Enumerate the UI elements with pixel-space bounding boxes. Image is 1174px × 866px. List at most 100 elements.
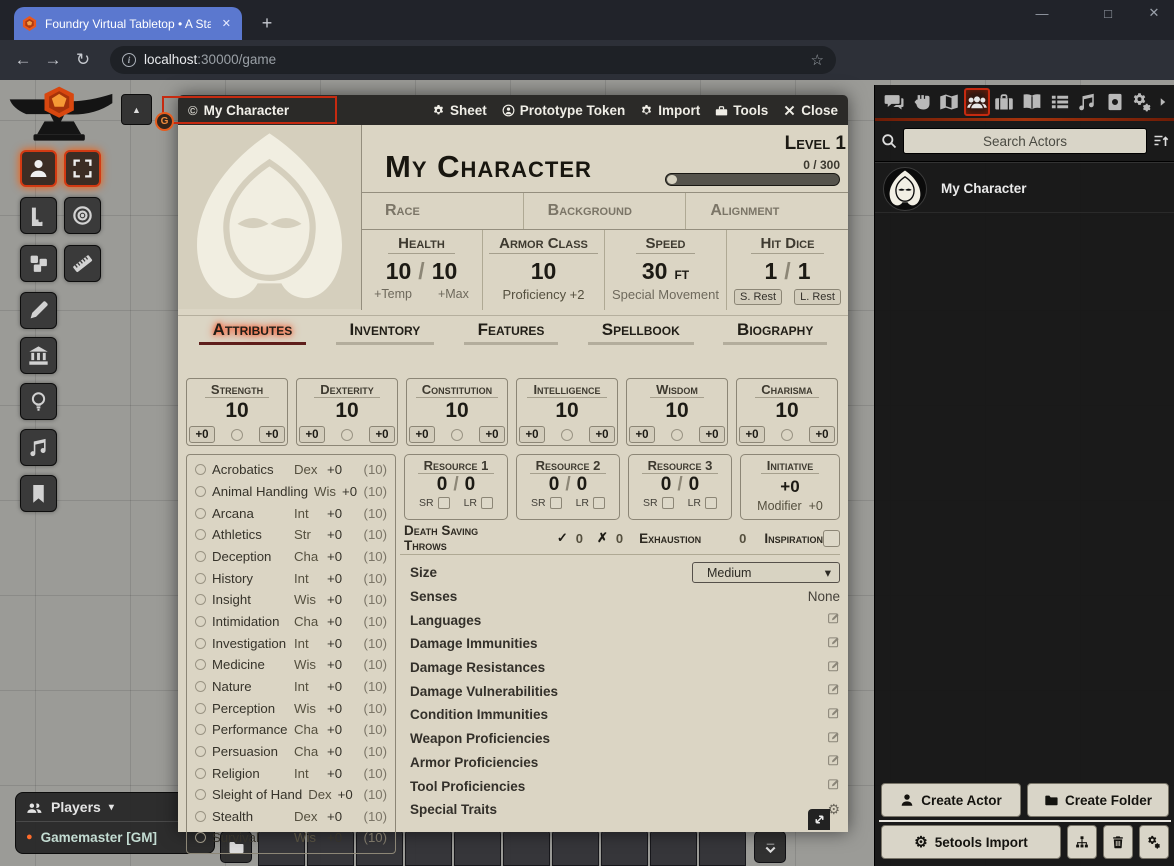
level-value[interactable]: Level 1 [738,133,846,155]
ability-check-mod[interactable]: +0 [809,426,835,443]
skill-proficiency-toggle[interactable] [195,768,206,779]
macro-slot[interactable] [454,830,501,866]
skill-name[interactable]: Deception [212,549,288,564]
skill-row[interactable]: Nature Int +0 (10) [195,679,387,694]
hit-dice-max[interactable]: 1 [798,258,811,285]
ability-check-mod[interactable]: +0 [699,426,725,443]
edit-icon[interactable] [827,611,840,629]
forward-button[interactable]: → [38,50,68,70]
tiles-tool-button[interactable] [20,245,57,282]
edit-icon[interactable] [827,682,840,700]
lr-checkbox[interactable] [705,497,717,509]
hp-temp-label[interactable]: +Temp [374,287,412,301]
skill-proficiency-toggle[interactable] [195,832,206,843]
template-tool-button[interactable] [64,197,101,234]
ability-save-mod[interactable]: +0 [409,426,435,443]
skill-name[interactable]: Investigation [212,636,288,651]
hp-tempmax-label[interactable]: +Max [438,287,469,301]
tab-combat[interactable] [909,88,935,116]
macro-slot[interactable] [650,830,697,866]
skill-row[interactable]: Animal Handling Wis +0 (10) [195,484,387,499]
size-select[interactable]: Medium▾ [692,562,840,583]
hotbar-page-button[interactable] [754,831,786,863]
resize-handle[interactable] [808,809,830,830]
ability-save-mod[interactable]: +0 [519,426,545,443]
skill-proficiency-toggle[interactable] [195,573,206,584]
window-header[interactable]: © My Character Sheet Prototype Token Imp… [178,95,848,125]
create-actor-button[interactable]: Create Actor [881,783,1021,817]
skill-row[interactable]: Persuasion Cha +0 (10) [195,744,387,759]
tab-journal[interactable] [1019,88,1045,116]
tab-items[interactable] [991,88,1017,116]
death-failure-count[interactable]: 0 [616,531,623,546]
skill-row[interactable]: Insight Wis +0 (10) [195,592,387,607]
ability-check-mod[interactable]: +0 [259,426,285,443]
macro-slot[interactable] [405,830,452,866]
url-bar[interactable]: i localhost:30000/game ☆ [110,46,836,74]
skill-proficiency-toggle[interactable] [195,746,206,757]
skill-name[interactable]: Performance [212,722,288,737]
drawings-tool-button[interactable] [20,292,57,329]
ability-check-mod[interactable]: +0 [589,426,615,443]
ability-check-mod[interactable]: +0 [479,426,505,443]
sheet-tab[interactable]: Biography [723,320,827,345]
skill-proficiency-toggle[interactable] [195,594,206,605]
new-tab-button[interactable]: + [254,10,280,36]
bookmark-star-icon[interactable]: ☆ [811,51,824,69]
window-maximize-button[interactable]: □ [1088,0,1128,26]
macro-slot[interactable] [699,830,746,866]
death-failure-icon[interactable]: ✗ [597,530,608,546]
resource-max[interactable]: 0 [689,474,700,496]
xp-value[interactable]: 0 / 300 [678,158,840,172]
sort-folders-icon[interactable] [1153,133,1169,149]
tab-chat[interactable] [881,88,907,116]
resource-label[interactable]: Resource 3 [642,458,719,474]
skill-row[interactable]: Deception Cha +0 (10) [195,549,387,564]
skill-name[interactable]: Sleight of Hand [212,787,302,802]
skill-name[interactable]: Nature [212,679,288,694]
sr-checkbox[interactable] [550,497,562,509]
skill-row[interactable]: Arcana Int +0 (10) [195,506,387,521]
character-portrait[interactable] [178,125,361,310]
ability-score[interactable]: 10 [775,399,798,423]
reload-button[interactable]: ↻ [68,50,98,70]
edit-icon[interactable] [827,706,840,724]
ability-score[interactable]: 10 [445,399,468,423]
ability-score[interactable]: 10 [225,399,248,423]
tab-tables[interactable] [1047,88,1073,116]
ability-save-mod[interactable]: +0 [739,426,765,443]
lr-checkbox[interactable] [481,497,493,509]
identity-field[interactable]: Alignment [686,193,848,229]
resource-value[interactable]: 0 [549,474,560,496]
skill-proficiency-toggle[interactable] [195,789,206,800]
special-movement-label[interactable]: Special Movement [612,287,719,302]
save-proficiency-toggle[interactable] [561,429,573,441]
macro-slot[interactable] [552,830,599,866]
notes-tool-button[interactable] [20,475,57,512]
sheet-tab[interactable]: Attributes [199,320,307,345]
inspiration-checkbox[interactable] [823,530,840,547]
skill-row[interactable]: Religion Int +0 (10) [195,766,387,781]
ability-score[interactable]: 10 [335,399,358,423]
skill-proficiency-toggle[interactable] [195,616,206,627]
character-name[interactable]: My Character [385,149,592,185]
skill-proficiency-toggle[interactable] [195,508,206,519]
skill-proficiency-toggle[interactable] [195,681,206,692]
lr-checkbox[interactable] [593,497,605,509]
initiative-value[interactable]: +0 [780,477,799,497]
ability-score[interactable]: 10 [665,399,688,423]
skill-name[interactable]: Acrobatics [212,462,288,477]
sheet-tab[interactable]: Spellbook [588,320,694,345]
skill-proficiency-toggle[interactable] [195,464,206,475]
5etools-import-button[interactable]: ⚙ 5etools Import [881,825,1061,859]
back-button[interactable]: ← [8,50,38,70]
save-proficiency-toggle[interactable] [671,429,683,441]
tape-measure-tool-button[interactable] [64,245,101,282]
ability-save-mod[interactable]: +0 [299,426,325,443]
skill-name[interactable]: Athletics [212,527,288,542]
skill-proficiency-toggle[interactable] [195,638,206,649]
edit-icon[interactable] [827,753,840,771]
import-button[interactable]: Import [640,103,700,118]
hp-max[interactable]: 10 [432,258,458,285]
window-minimize-button[interactable]: — [1022,0,1062,26]
